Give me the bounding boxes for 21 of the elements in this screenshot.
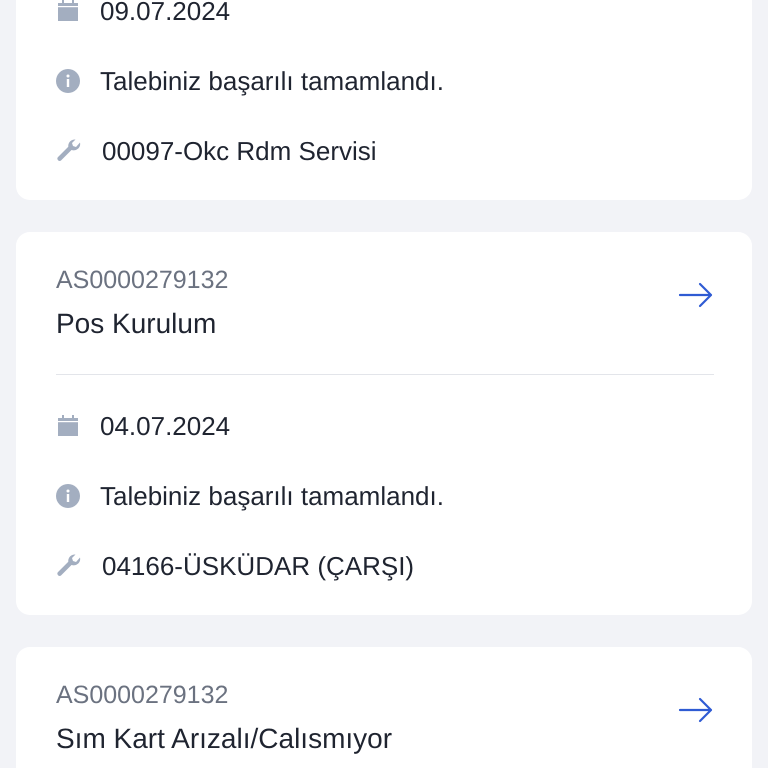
detail-text: Talebiniz başarılı tamamlandı.: [100, 480, 444, 512]
request-card[interactable]: AS0000279132 Pos Kurulum 04.07.2024 Talebiniz başarılı tamamlandı. 04166-ÜSKÜDAR (ÇARŞI): [16, 232, 752, 616]
detail-text: 00097-Okc Rdm Servisi: [102, 136, 377, 166]
arrow-right-icon[interactable]: [678, 280, 714, 309]
wrench-icon: [56, 554, 82, 578]
request-number: AS0000279132: [56, 266, 228, 295]
info-icon: [56, 484, 80, 508]
request-card[interactable]: 09.07.2024 Talebiniz başarılı tamamlandı. 00097-Okc Rdm Servisi: [16, 0, 752, 200]
detail-text: 09.07.2024: [100, 0, 230, 26]
request-number: AS0000279132: [56, 681, 230, 710]
info-icon: [56, 69, 80, 93]
detail-text: 04166-ÜSKÜDAR (ÇARŞI): [102, 550, 414, 582]
request-card[interactable]: AS0000279132 Sım Kart Arızalı/Calısmıyor: [16, 647, 752, 768]
detail-text: 04.07.2024: [100, 410, 230, 442]
request-title: Sım Kart Arızalı/Calısmıyor: [56, 724, 392, 756]
calendar-icon: [56, 414, 80, 438]
detail-text: Talebiniz başarılı tamamlandı.: [100, 66, 444, 96]
arrow-right-icon[interactable]: [678, 696, 714, 724]
calendar-icon: [56, 0, 80, 23]
wrench-icon: [56, 139, 82, 163]
request-title: Pos Kurulum: [56, 309, 218, 340]
